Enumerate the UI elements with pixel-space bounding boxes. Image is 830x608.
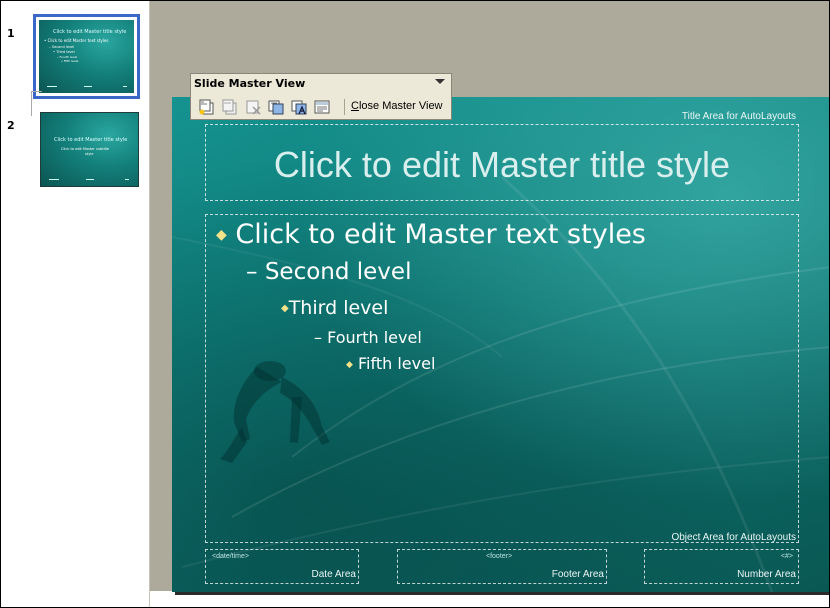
thumbnail-2-line: Click to edit Master subtitle xyxy=(61,147,110,151)
thumbnail-1-line: – Second level xyxy=(49,45,75,49)
slide-master-view-toolbar[interactable]: Slide Master View Close Master View xyxy=(190,73,452,120)
text-level-4-label: Fourth level xyxy=(327,328,422,347)
footer-placeholder-text: <footer> xyxy=(486,553,513,560)
dash-bullet-icon: – xyxy=(246,259,258,285)
master-title-text[interactable]: Click to edit Master title style xyxy=(206,144,798,186)
toolbar-options-chevron-down-icon[interactable] xyxy=(435,79,445,84)
workspace-bottom-strip xyxy=(150,591,829,607)
close-button-accelerator: C xyxy=(351,100,359,112)
thumbnail-footer-mark xyxy=(84,86,92,87)
toolbar-separator xyxy=(344,99,345,115)
slide-master-canvas[interactable]: Title Area for AutoLayouts Click to edit… xyxy=(172,97,829,592)
thumbnail-footer-mark xyxy=(86,179,94,180)
thumbnail-footer-mark xyxy=(49,179,59,180)
text-level-2-label: Second level xyxy=(264,259,412,285)
thumbnail-title-master[interactable]: Click to edit Master title style Click t… xyxy=(40,112,139,187)
thumbnail-1-title: Click to edit Master title style xyxy=(53,29,127,35)
title-area-label: Title Area for AutoLayouts xyxy=(681,111,796,122)
slide-thumbnail-pane[interactable]: 1 Click to edit Master title style • Cli… xyxy=(1,1,150,607)
object-area-placeholder[interactable]: ◆ Click to edit Master text styles – Sec… xyxy=(205,214,799,543)
footer-area-label: Footer Area xyxy=(551,569,604,580)
thumbnail-slide-master[interactable]: Click to edit Master title style • Click… xyxy=(33,14,140,99)
footer-area-placeholder[interactable]: <footer> Footer Area xyxy=(397,549,607,584)
object-area-label: Object Area for AutoLayouts xyxy=(671,532,796,543)
thumbnail-footer-mark xyxy=(125,179,129,180)
title-area-placeholder[interactable]: Title Area for AutoLayouts Click to edit… xyxy=(205,111,799,201)
close-button-label: lose Master View xyxy=(358,100,443,112)
text-level-5[interactable]: ◆ Fifth level xyxy=(346,354,435,373)
thumbnail-2-title: Click to edit Master title style xyxy=(54,137,128,143)
text-level-1-label: Click to edit Master text styles xyxy=(235,219,646,250)
text-level-1[interactable]: ◆ Click to edit Master text styles xyxy=(216,219,646,250)
text-level-3-label: Third level xyxy=(288,297,389,319)
bullet-diamond-icon: ◆ xyxy=(216,227,227,243)
thumbnail-1-line: • Click to edit Master text styles xyxy=(44,38,109,43)
date-area-placeholder[interactable]: <date/time> Date Area xyxy=(205,549,359,584)
thumbnail-1-line: » Fifth level xyxy=(61,59,79,63)
thumbnail-number-1: 1 xyxy=(7,27,15,40)
date-area-label: Date Area xyxy=(311,569,356,580)
insert-new-slide-master-icon[interactable] xyxy=(198,98,216,116)
thumbnail-slide-master-preview: Click to edit Master title style • Click… xyxy=(39,20,134,93)
thumbnail-number-2: 2 xyxy=(7,119,15,132)
master-layout-icon[interactable] xyxy=(313,98,331,116)
dash-bullet-icon: – xyxy=(314,328,322,347)
insert-new-title-master-icon[interactable] xyxy=(221,98,239,116)
toolbar-button-row: Close Master View xyxy=(194,96,448,118)
date-placeholder-text: <date/time> xyxy=(212,553,249,560)
thumbnail-2-line: style xyxy=(85,152,94,156)
thumbnail-1-line: • Third level xyxy=(53,50,75,54)
rename-master-icon[interactable] xyxy=(290,98,308,116)
delete-master-icon[interactable] xyxy=(244,98,262,116)
text-level-4[interactable]: – Fourth level xyxy=(314,328,422,347)
text-level-5-label: Fifth level xyxy=(358,354,436,373)
powerpoint-window: 1 Click to edit Master title style • Cli… xyxy=(0,0,830,608)
preserve-master-icon[interactable] xyxy=(267,98,285,116)
text-level-3[interactable]: ◆Third level xyxy=(281,297,388,319)
number-area-label: Number Area xyxy=(737,569,796,580)
text-level-2[interactable]: – Second level xyxy=(246,259,411,285)
thumbnail-footer-mark xyxy=(123,86,127,87)
number-placeholder-text: <#> xyxy=(780,553,793,560)
bullet-diamond-icon: ◆ xyxy=(281,303,289,314)
bullet-diamond-icon: ◆ xyxy=(346,360,353,370)
number-area-placeholder[interactable]: <#> Number Area xyxy=(644,549,799,584)
thumbnail-footer-mark xyxy=(47,86,57,87)
toolbar-title: Slide Master View xyxy=(194,77,306,90)
close-master-view-button[interactable]: Close Master View xyxy=(351,100,443,112)
